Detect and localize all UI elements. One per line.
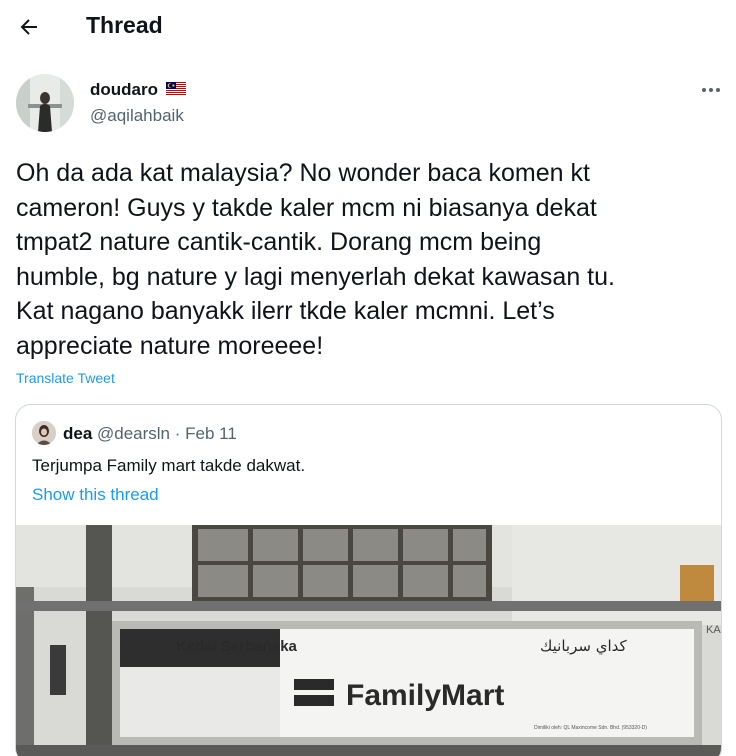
quote-author-avatar xyxy=(32,421,56,445)
more-dot-icon xyxy=(716,88,720,92)
tweet-text-line: Oh da ada kat malaysia? No wonder baca k… xyxy=(16,159,590,187)
tweet-text: Oh da ada kat malaysia? No wonder baca k… xyxy=(16,156,728,363)
tweet-text-line: Kat nagano banyakk ilerr tkde kaler mcmn… xyxy=(16,297,555,325)
avatar-photo xyxy=(16,74,74,132)
translate-tweet-link[interactable]: Translate Tweet xyxy=(16,370,115,386)
back-button[interactable] xyxy=(14,12,44,42)
author-display-name[interactable]: doudaro xyxy=(90,80,158,100)
familymart-storefront-image[interactable]: Kedai Serbaneka كداي سربانيك FamilyMart … xyxy=(16,525,722,756)
tweet-text-line: humble, bg nature y lagi menyerlah dekat… xyxy=(16,262,615,291)
malaysia-flag-icon xyxy=(166,82,186,96)
more-options-button[interactable] xyxy=(698,82,724,98)
sign-text-arabic: كداي سربانيك xyxy=(540,637,627,656)
quote-author-meta: @dearsln · Feb 11 xyxy=(97,424,237,443)
tweet-text-line: cameron! Guys y takde kaler mcm ni biasa… xyxy=(16,193,597,222)
author-avatar[interactable] xyxy=(16,74,74,132)
sign-text-malay: Kedai Serbaneka xyxy=(176,638,298,655)
quote-author-name: dea xyxy=(63,424,93,443)
sign-brand-text: FamilyMart xyxy=(346,679,504,712)
header-bar: Thread xyxy=(0,0,736,54)
tweet-text-line: tmpat2 nature cantik-cantik. Dorang mcm … xyxy=(16,228,542,256)
tweet-text-line: appreciate nature moreeee! xyxy=(16,331,324,360)
page-title: Thread xyxy=(86,12,163,38)
show-thread-link[interactable]: Show this thread xyxy=(32,485,159,505)
arrow-left-icon xyxy=(20,19,37,35)
author-handle[interactable]: @aqilahbaik xyxy=(90,106,184,126)
more-dot-icon xyxy=(702,88,706,92)
quote-text: Terjumpa Family mart takde dakwat. xyxy=(32,456,306,475)
sign-edge-text: KA xyxy=(706,624,721,636)
sign-fine-print: Dimiliki oleh: QL Maxincome Sdn. Bhd. (9… xyxy=(534,725,647,731)
more-dot-icon xyxy=(709,88,713,92)
quoted-tweet[interactable]: dea @dearsln · Feb 11 Terjumpa Family ma… xyxy=(15,404,722,756)
